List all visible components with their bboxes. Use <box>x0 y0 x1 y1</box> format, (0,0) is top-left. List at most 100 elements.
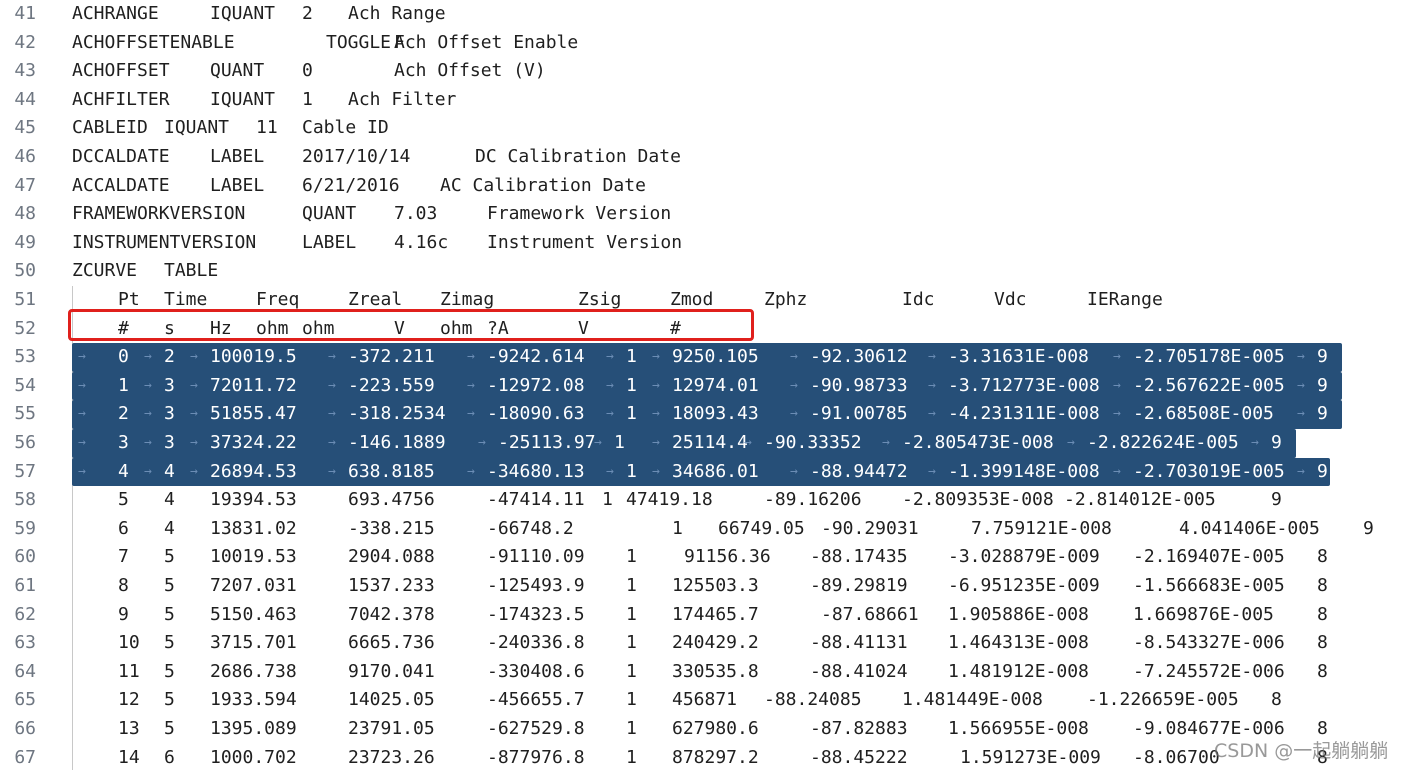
tab-arrow-icon: → <box>144 463 152 479</box>
line-number: 66 <box>14 718 36 739</box>
line-number: 65 <box>14 689 36 711</box>
code-token: 174465.7 <box>672 603 759 625</box>
editor-line-63[interactable]: 63 10 5 3715.701 6665.736 -240336.8 1 240429.2 -… <box>0 629 1402 658</box>
code-token: 6/21/2016 <box>302 174 400 196</box>
code-token: 5 <box>164 546 175 568</box>
code-token: -92.30612 <box>810 346 908 368</box>
code-token: 1 <box>626 546 637 568</box>
tab-arrow-icon: → <box>1113 377 1121 393</box>
code-token: 9 <box>1317 403 1328 425</box>
code-token: -87.82883 <box>810 718 908 739</box>
editor-line-62[interactable]: 62 9 5 5150.463 7042.378 -174323.5 1 174465.7 -8… <box>0 601 1402 630</box>
code-token: 9 <box>1271 489 1282 511</box>
code-token: -3.31631E-008 <box>948 346 1089 368</box>
line-number: 54 <box>14 374 36 396</box>
code-token: 693.4756 <box>348 489 435 511</box>
code-token: -9242.614 <box>487 346 585 368</box>
line-number: 42 <box>14 31 36 53</box>
tab-arrow-icon: → <box>328 406 336 422</box>
code-token: 1 <box>626 660 637 682</box>
editor-line-49[interactable]: 49 INSTRUMENTVERSION LABEL 4.16c Instrument … <box>0 229 1402 258</box>
code-token: 8 <box>1317 546 1328 568</box>
editor-line-65[interactable]: 65 12 5 1933.594 14025.05 -456655.7 1 456871 -88… <box>0 686 1402 715</box>
tab-arrow-icon: → <box>190 435 198 450</box>
editor-line-43[interactable]: 43 ACHOFFSET QUANT 0 Ach Offset (V) <box>0 57 1402 86</box>
code-token: LABEL <box>302 231 357 253</box>
line-number: 58 <box>14 489 36 511</box>
code-token: -88.45222 <box>810 746 908 768</box>
code-token: 1 <box>614 432 625 453</box>
code-token: -18090.63 <box>487 403 585 425</box>
code-token: -88.94472 <box>810 460 908 482</box>
line-number: 67 <box>14 746 36 768</box>
code-token: 1.481449E-008 <box>902 689 1043 711</box>
code-token: -456655.7 <box>487 689 585 711</box>
editor-line-59[interactable]: 59 6 4 13831.02 -338.215 -66748.2 1 66749.05 -90… <box>0 515 1402 544</box>
editor-line-44[interactable]: 44 ACHFILTER IQUANT 1 Ach Filter <box>0 86 1402 115</box>
editor-line-58[interactable]: 58 5 4 19394.53 693.4756 -47414.11 1 47419.18 -8… <box>0 486 1402 515</box>
tab-arrow-icon: → <box>328 435 336 450</box>
code-token: 8 <box>1317 603 1328 625</box>
tab-arrow-icon: → <box>652 349 660 365</box>
code-token: 1 <box>602 489 613 511</box>
code-token: 9 <box>1317 374 1328 396</box>
code-token: 4 <box>118 460 129 482</box>
code-token: 0 <box>118 346 129 368</box>
editor-line-54[interactable]: 54 1 → 3 → 72011.72 → -223.559 → -12972.08 → 1 → 1297… <box>0 371 1402 401</box>
editor-line-61[interactable]: 61 8 5 7207.031 1537.233 -125493.9 1 125503.3 -8… <box>0 572 1402 601</box>
tab-arrow-icon: → <box>328 463 336 479</box>
code-token: -2.703019E-005 <box>1133 460 1285 482</box>
code-token: ACCALDATE <box>72 174 170 196</box>
code-token: 5 <box>164 689 175 711</box>
editor-line-48[interactable]: 48 FRAMEWORKVERSION QUANT 7.03 Framework Ver… <box>0 200 1402 229</box>
code-token: 8 <box>1317 660 1328 682</box>
code-token: -223.559 <box>348 374 435 396</box>
code-token: 1.464313E-008 <box>948 632 1089 654</box>
editor-line-42[interactable]: 42 ACHOFFSETENABLE TOGGLE F Ach Offset Enabl… <box>0 29 1402 58</box>
code-token: -2.814012E-005 <box>1064 489 1216 511</box>
code-token: -87.68661 <box>821 603 919 625</box>
editor-line-55[interactable]: 55 2 → 3 → 51855.47 → -318.2534 → -18090.63 → 1 → 180… <box>0 400 1402 429</box>
tab-arrow-icon: → <box>78 463 86 479</box>
code-token: 5 <box>118 489 129 511</box>
line-number: 61 <box>14 575 36 596</box>
code-token: -2.68508E-005 <box>1133 403 1274 425</box>
editor-line-57[interactable]: 57 4 → 4 → 26894.53 → 638.8185 → -34680.13 → 1 → 3468… <box>0 457 1402 487</box>
editor-line-41[interactable]: 41 ACHRANGE IQUANT 2 Ach Range <box>0 0 1402 29</box>
code-token: 4.041406E-005 <box>1179 517 1320 539</box>
code-token: -89.29819 <box>810 575 908 596</box>
code-token: 1 <box>626 460 637 482</box>
editor-line-53[interactable]: 53 0 → 2 → 100019.5 → -372.211 → -9242.614 → 1 → 9250… <box>0 343 1402 372</box>
tab-arrow-icon: → <box>478 435 486 450</box>
code-token: 47419.18 <box>626 489 713 511</box>
code-token: 1 <box>118 374 129 396</box>
tab-arrow-icon: → <box>652 463 660 479</box>
tab-arrow-icon: → <box>652 435 660 450</box>
editor-line-67[interactable]: 67 14 6 1000.702 23723.26 -877976.8 1 878297.2 -… <box>0 744 1402 772</box>
tab-arrow-icon: → <box>790 349 798 365</box>
code-token: 23791.05 <box>348 718 435 739</box>
tab-arrow-icon: → <box>144 435 152 450</box>
editor-line-60[interactable]: 60 7 5 10019.53 2904.088 -91110.09 1 91156.36 -8… <box>0 543 1402 572</box>
line-number: 41 <box>14 3 36 24</box>
code-token: 8 <box>1317 632 1328 654</box>
code-editor[interactable]: 41 ACHRANGE IQUANT 2 Ach Range 42 ACHOFFSETENA… <box>0 0 1402 770</box>
editor-line-47[interactable]: 47 ACCALDATE LABEL 6/21/2016 AC Calibration … <box>0 172 1402 201</box>
code-token: -34680.13 <box>487 460 585 482</box>
tab-arrow-icon: → <box>328 377 336 393</box>
editor-line-64[interactable]: 64 11 5 2686.738 9170.041 -330408.6 1 330535.8 -… <box>0 658 1402 687</box>
editor-line-50[interactable]: 50 ZCURVE TABLE <box>0 257 1402 286</box>
tab-arrow-icon: → <box>1297 349 1305 365</box>
editor-line-46[interactable]: 46 DCCALDATE LABEL 2017/10/14 DC Calibration… <box>0 143 1402 172</box>
code-token: 13831.02 <box>210 517 297 539</box>
editor-line-66[interactable]: 66 13 5 1395.089 23791.05 -627529.8 1 627980.6 -… <box>0 715 1402 744</box>
editor-line-45[interactable]: 45 CABLEID IQUANT 11 Cable ID <box>0 114 1402 143</box>
code-token: 19394.53 <box>210 489 297 511</box>
code-token: 5 <box>164 718 175 739</box>
code-token: 1.905886E-008 <box>948 603 1089 625</box>
code-token: 25114.4 <box>672 432 748 453</box>
code-token: 13 <box>118 718 140 739</box>
code-token: DCCALDATE <box>72 146 170 167</box>
line-number: 49 <box>14 231 36 253</box>
editor-line-56[interactable]: 56 3 → 3 → 37324.22 → -146.1889 → -25113.97 → 1 → 251… <box>0 429 1402 458</box>
